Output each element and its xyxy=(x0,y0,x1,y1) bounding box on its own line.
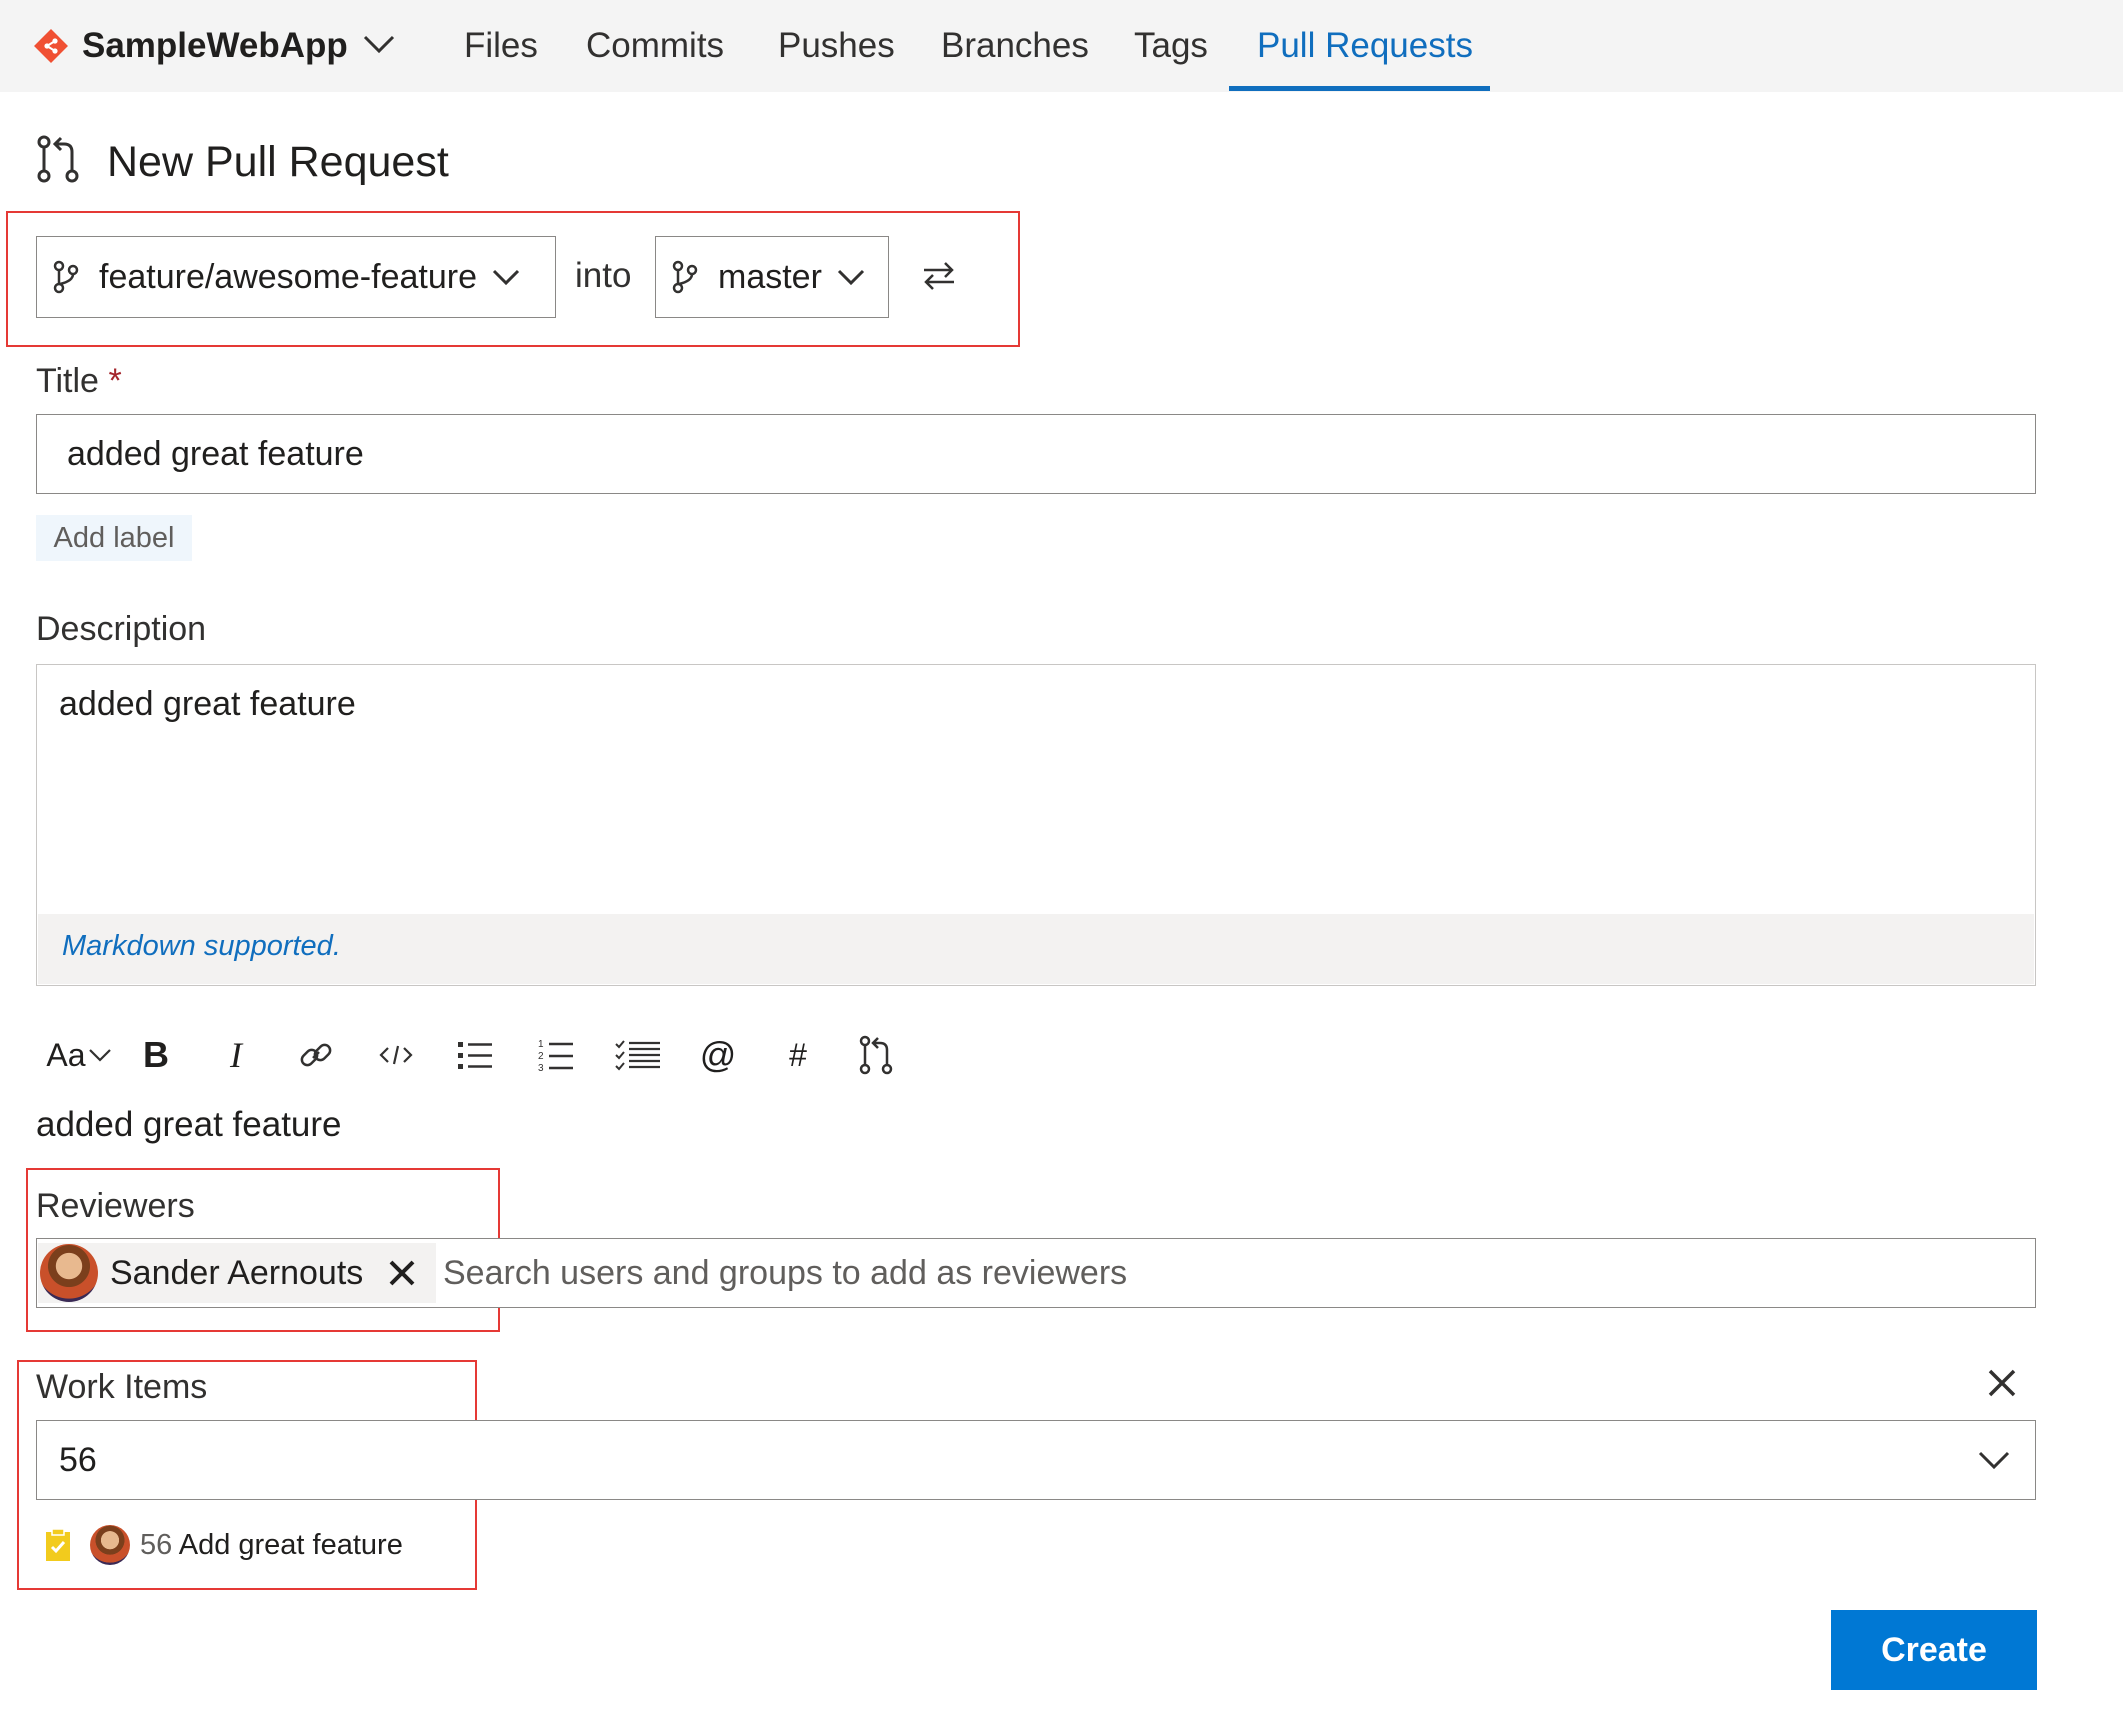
numbered-list-button[interactable]: 1 2 3 xyxy=(534,1030,578,1080)
into-label: into xyxy=(575,256,632,295)
avatar xyxy=(40,1244,98,1302)
chevron-down-icon[interactable] xyxy=(361,30,397,58)
required-marker: * xyxy=(108,362,122,400)
tab-branches[interactable]: Branches xyxy=(941,24,1089,68)
mention-button[interactable]: @ xyxy=(696,1030,740,1080)
task-list-button[interactable] xyxy=(613,1030,663,1080)
link-button[interactable] xyxy=(294,1030,338,1080)
repo-selector[interactable]: SampleWebApp xyxy=(34,24,348,68)
code-button[interactable] xyxy=(374,1030,418,1080)
task-clipboard-icon xyxy=(46,1528,70,1561)
reviewer-name: Sander Aernouts xyxy=(110,1253,364,1292)
swap-branches-icon[interactable] xyxy=(920,260,958,292)
branch-icon xyxy=(53,260,79,294)
repo-name: SampleWebApp xyxy=(82,26,348,65)
chevron-down-icon[interactable] xyxy=(1977,1448,2011,1472)
description-value: added great feature xyxy=(59,685,356,723)
bulleted-list-button[interactable] xyxy=(453,1030,497,1080)
pull-request-icon xyxy=(37,135,79,183)
code-icon xyxy=(379,1045,413,1065)
description-textarea[interactable]: added great feature Markdown supported. xyxy=(36,664,2036,986)
close-icon[interactable] xyxy=(1985,1366,2019,1400)
work-item-title: Add great feature xyxy=(178,1528,403,1561)
description-label: Description xyxy=(36,610,207,648)
description-footer: Markdown supported. xyxy=(38,914,2034,984)
bold-button[interactable]: B xyxy=(136,1030,176,1080)
chevron-down-icon xyxy=(88,1049,111,1062)
avatar xyxy=(90,1525,130,1565)
svg-text:1: 1 xyxy=(538,1039,544,1050)
active-tab-indicator xyxy=(1229,86,1490,91)
tab-files[interactable]: Files xyxy=(464,24,538,68)
work-items-input[interactable]: 56 xyxy=(36,1420,2036,1500)
page-title: New Pull Request xyxy=(107,138,449,186)
work-item-link-button[interactable]: # xyxy=(776,1030,820,1080)
description-preview: added great feature xyxy=(36,1105,342,1144)
reviewers-search-placeholder: Search users and groups to add as review… xyxy=(443,1254,1128,1292)
tab-pull-requests[interactable]: Pull Requests xyxy=(1257,24,1473,68)
add-label-button[interactable]: Add label xyxy=(36,515,192,561)
tab-tags[interactable]: Tags xyxy=(1134,24,1208,68)
source-branch-label: feature/awesome-feature xyxy=(99,257,477,296)
tab-pushes[interactable]: Pushes xyxy=(778,24,895,68)
top-nav-bar: SampleWebApp Files Commits Pushes Branch… xyxy=(0,0,2123,92)
title-label: Title * xyxy=(36,362,122,400)
italic-button[interactable]: I xyxy=(216,1030,256,1080)
chevron-down-icon xyxy=(837,269,864,286)
work-item-id: 56 xyxy=(140,1528,173,1561)
source-branch-dropdown[interactable]: feature/awesome-feature xyxy=(36,236,556,318)
branch-icon xyxy=(672,260,698,294)
bulleted-list-icon xyxy=(458,1042,492,1069)
pull-request-link-button[interactable] xyxy=(854,1030,898,1080)
reviewer-chip: Sander Aernouts xyxy=(38,1243,436,1303)
numbered-list-icon: 1 2 3 xyxy=(538,1039,573,1073)
work-items-label: Work Items xyxy=(36,1368,208,1406)
linked-work-item[interactable]: 56 Add great feature xyxy=(44,1525,403,1565)
work-items-value: 56 xyxy=(59,1441,97,1479)
close-icon[interactable] xyxy=(387,1258,417,1288)
svg-text:3: 3 xyxy=(538,1063,544,1073)
chevron-down-icon xyxy=(492,269,520,286)
markdown-supported-link[interactable]: Markdown supported. xyxy=(62,930,341,963)
git-logo-icon xyxy=(34,29,68,63)
title-input-value: added great feature xyxy=(67,435,364,473)
target-branch-dropdown[interactable]: master xyxy=(655,236,889,318)
title-input[interactable]: added great feature xyxy=(36,414,2036,494)
task-list-icon xyxy=(615,1040,660,1071)
reviewers-label: Reviewers xyxy=(36,1187,195,1225)
link-icon xyxy=(300,1043,332,1067)
text-size-button[interactable]: Aa xyxy=(40,1030,118,1080)
create-button[interactable]: Create xyxy=(1831,1610,2037,1690)
pull-request-icon xyxy=(859,1035,893,1075)
tab-commits[interactable]: Commits xyxy=(586,24,724,68)
svg-text:2: 2 xyxy=(538,1051,544,1062)
target-branch-label: master xyxy=(718,257,822,296)
